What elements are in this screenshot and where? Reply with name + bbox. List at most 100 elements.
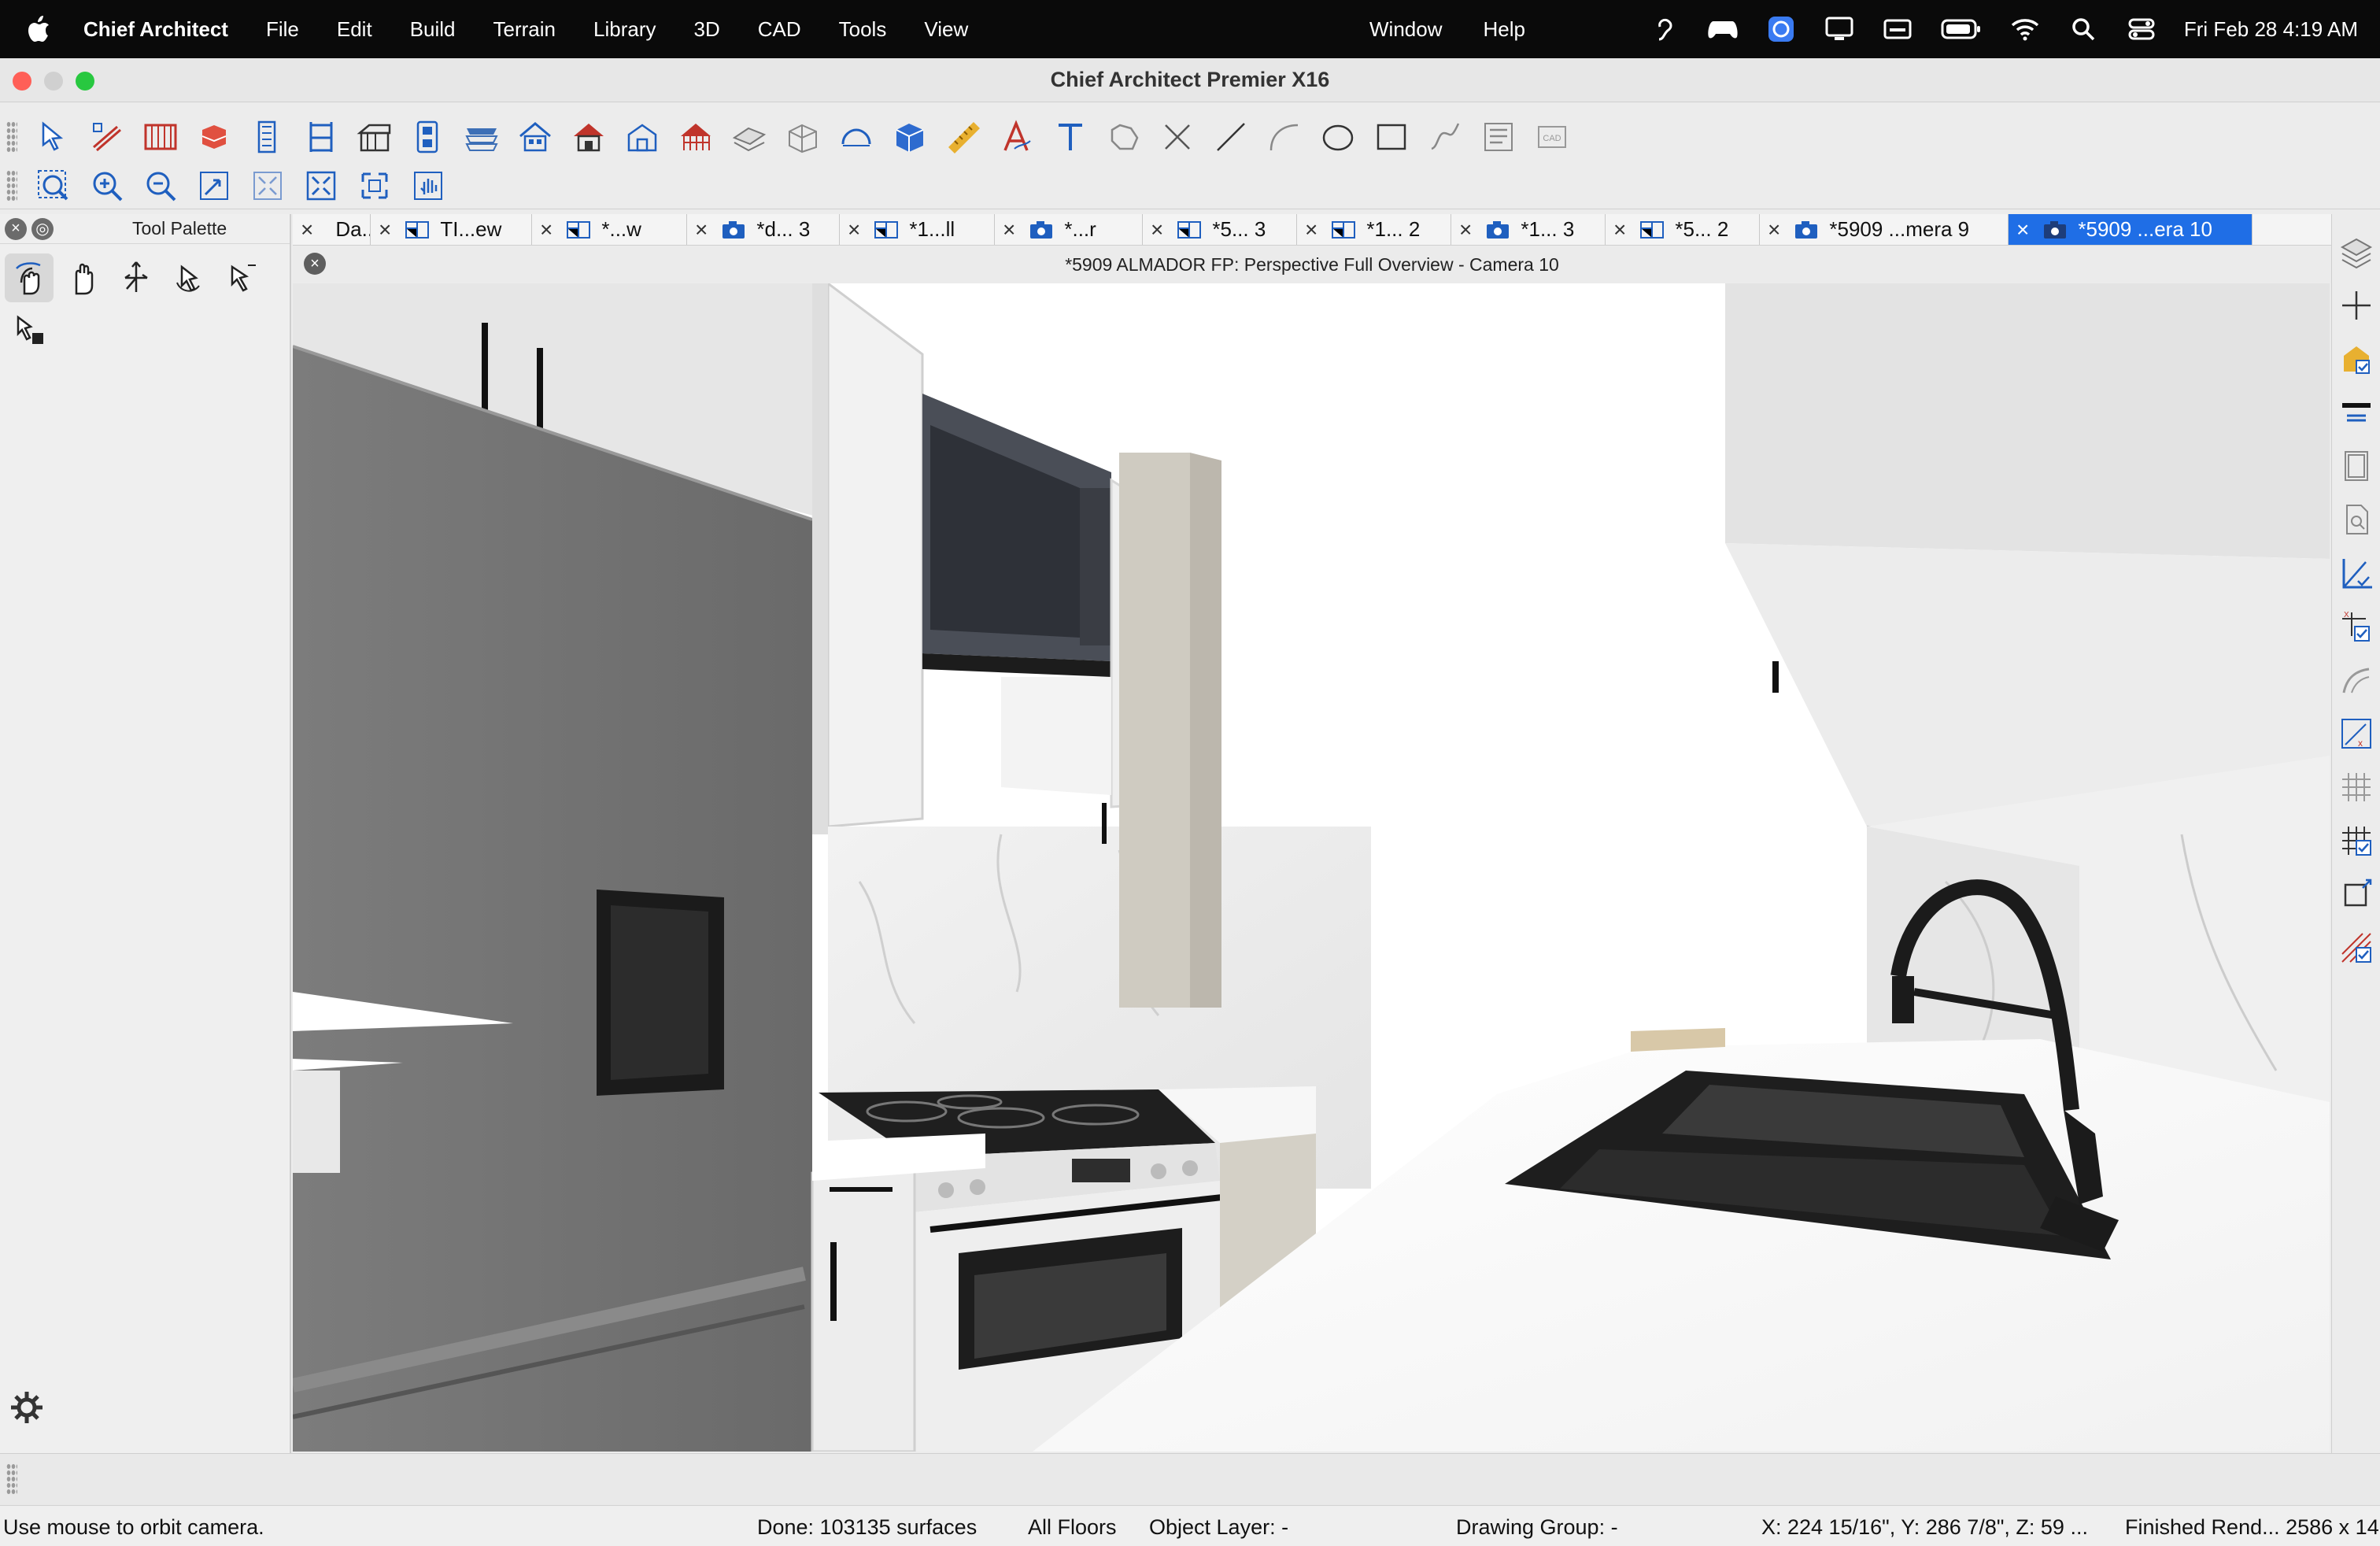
fill-icon[interactable] xyxy=(674,115,718,159)
zoom-in-icon[interactable] xyxy=(85,164,129,208)
zoom-out-icon[interactable] xyxy=(139,164,183,208)
tab-2[interactable]: × TI...ew xyxy=(371,214,532,245)
menu-library[interactable]: Library xyxy=(593,17,656,42)
dimension-icon[interactable] xyxy=(941,115,985,159)
display-icon[interactable] xyxy=(1824,13,1855,45)
app-badge-icon[interactable] xyxy=(1765,13,1797,45)
fill-window-icon[interactable] xyxy=(246,164,290,208)
fill-window-all-icon[interactable] xyxy=(353,164,397,208)
menu-window[interactable]: Window xyxy=(1369,17,1442,42)
tab-close-icon[interactable]: × xyxy=(1768,217,1780,242)
orbit-camera-tool-icon[interactable] xyxy=(5,253,54,302)
cad-block-icon[interactable]: CAD xyxy=(1530,115,1574,159)
add-icon[interactable] xyxy=(2336,285,2377,326)
rectangle-icon[interactable] xyxy=(1369,115,1414,159)
close-x-icon[interactable] xyxy=(1155,115,1199,159)
dormer-icon[interactable] xyxy=(406,115,450,159)
curved-wall-icon[interactable] xyxy=(834,115,878,159)
toolbar-grip[interactable] xyxy=(6,1463,17,1495)
zoom-window-icon[interactable] xyxy=(31,164,76,208)
build-house-icon[interactable] xyxy=(460,115,504,159)
grid-tool-icon[interactable] xyxy=(2336,767,2377,808)
toolbar-grip[interactable] xyxy=(6,121,17,153)
tab-6[interactable]: × *...r xyxy=(995,214,1143,245)
gear-icon[interactable] xyxy=(8,1389,46,1426)
menu-help[interactable]: Help xyxy=(1483,17,1524,42)
tab-7[interactable]: × *5... 3 xyxy=(1143,214,1297,245)
tab-8[interactable]: × *1... 2 xyxy=(1297,214,1451,245)
railing-icon[interactable] xyxy=(139,115,183,159)
tab-close-icon[interactable]: × xyxy=(2016,217,2029,242)
dimension-check-icon[interactable] xyxy=(2336,553,2377,594)
tab-close-icon[interactable]: × xyxy=(1305,217,1318,242)
tab-close-icon[interactable]: × xyxy=(1151,217,1163,242)
tab-close-icon[interactable]: × xyxy=(1459,217,1472,242)
wifi-icon[interactable] xyxy=(2009,13,2041,45)
select-tool-icon[interactable] xyxy=(219,253,268,302)
text-layout-icon[interactable] xyxy=(1476,115,1521,159)
xy-tool-icon[interactable]: x xyxy=(2336,713,2377,754)
app-menu[interactable]: Chief Architect xyxy=(83,17,228,42)
spline-icon[interactable] xyxy=(1423,115,1467,159)
tab-11[interactable]: × *5909 ...mera 9 xyxy=(1760,214,2009,245)
detach-palette-icon[interactable]: ◎ xyxy=(31,217,54,240)
undo-zoom-icon[interactable] xyxy=(192,164,236,208)
3d-camera-viewport[interactable] xyxy=(293,283,2330,1452)
preview-icon[interactable] xyxy=(2336,499,2377,540)
kitchen-render[interactable] xyxy=(293,283,2330,1452)
line-icon[interactable] xyxy=(1209,115,1253,159)
tab-close-icon[interactable]: × xyxy=(301,217,313,242)
tab-close-icon[interactable]: × xyxy=(540,217,552,242)
tab-close-icon[interactable]: × xyxy=(1613,217,1626,242)
arc-icon[interactable] xyxy=(1262,115,1306,159)
material-painter-icon[interactable] xyxy=(2336,338,2377,379)
menu-cad[interactable]: CAD xyxy=(758,17,801,42)
window-icon[interactable] xyxy=(299,115,343,159)
text-style-icon[interactable] xyxy=(995,115,1039,159)
battery-icon[interactable] xyxy=(1940,13,1983,45)
tab-close-icon[interactable]: × xyxy=(848,217,860,242)
layer-display-icon[interactable] xyxy=(2336,231,2377,272)
cabinet-icon[interactable] xyxy=(85,115,129,159)
search-icon[interactable] xyxy=(2068,13,2099,45)
rooms-icon[interactable] xyxy=(727,115,771,159)
3d-box-icon[interactable] xyxy=(888,115,932,159)
garage-icon[interactable] xyxy=(567,115,611,159)
keyboard-icon[interactable] xyxy=(1882,13,1913,45)
door-icon[interactable] xyxy=(246,115,290,159)
polyline-icon[interactable] xyxy=(1102,115,1146,159)
menu-tools[interactable]: Tools xyxy=(839,17,887,42)
tab-5[interactable]: × *1...ll xyxy=(840,214,995,245)
select-objects-icon[interactable] xyxy=(31,115,76,159)
tab-12-active[interactable]: × *5909 ...era 10 xyxy=(2009,214,2252,245)
tab-close-icon[interactable]: × xyxy=(379,217,391,242)
circle-icon[interactable] xyxy=(1316,115,1360,159)
snap-grid-icon[interactable] xyxy=(2336,820,2377,861)
text-icon[interactable] xyxy=(1048,115,1092,159)
tab-close-icon[interactable]: × xyxy=(1003,217,1015,242)
rotate-tool-icon[interactable] xyxy=(165,253,214,302)
transform-icon[interactable] xyxy=(2336,874,2377,915)
pan-hand-tool-icon[interactable] xyxy=(58,253,107,302)
coords-check-icon[interactable]: X xyxy=(2336,606,2377,647)
toolbar-grip[interactable] xyxy=(6,169,17,202)
menu-view[interactable]: View xyxy=(924,17,968,42)
tab-close-icon[interactable]: × xyxy=(695,217,708,242)
clock[interactable]: Fri Feb 28 4:19 AM xyxy=(2184,17,2358,42)
menu-3d[interactable]: 3D xyxy=(693,17,719,42)
close-palette-icon[interactable]: × xyxy=(5,217,27,240)
tab-10[interactable]: × *5... 2 xyxy=(1606,214,1760,245)
tab-1[interactable]: ×Da...rd xyxy=(293,214,371,245)
tab-3[interactable]: × *...w xyxy=(532,214,687,245)
roof-icon[interactable] xyxy=(353,115,397,159)
tab-4[interactable]: × *d... 3 xyxy=(687,214,840,245)
menu-build[interactable]: Build xyxy=(410,17,456,42)
fill-window-building-icon[interactable] xyxy=(299,164,343,208)
menu-edit[interactable]: Edit xyxy=(337,17,372,42)
accessibility-icon[interactable] xyxy=(1649,13,1680,45)
control-center-icon[interactable] xyxy=(2126,13,2157,45)
move-camera-tool-icon[interactable] xyxy=(112,253,161,302)
slope-tool-icon[interactable] xyxy=(2336,927,2377,968)
apple-menu-icon[interactable] xyxy=(27,0,69,58)
wall-icon[interactable] xyxy=(2336,446,2377,486)
